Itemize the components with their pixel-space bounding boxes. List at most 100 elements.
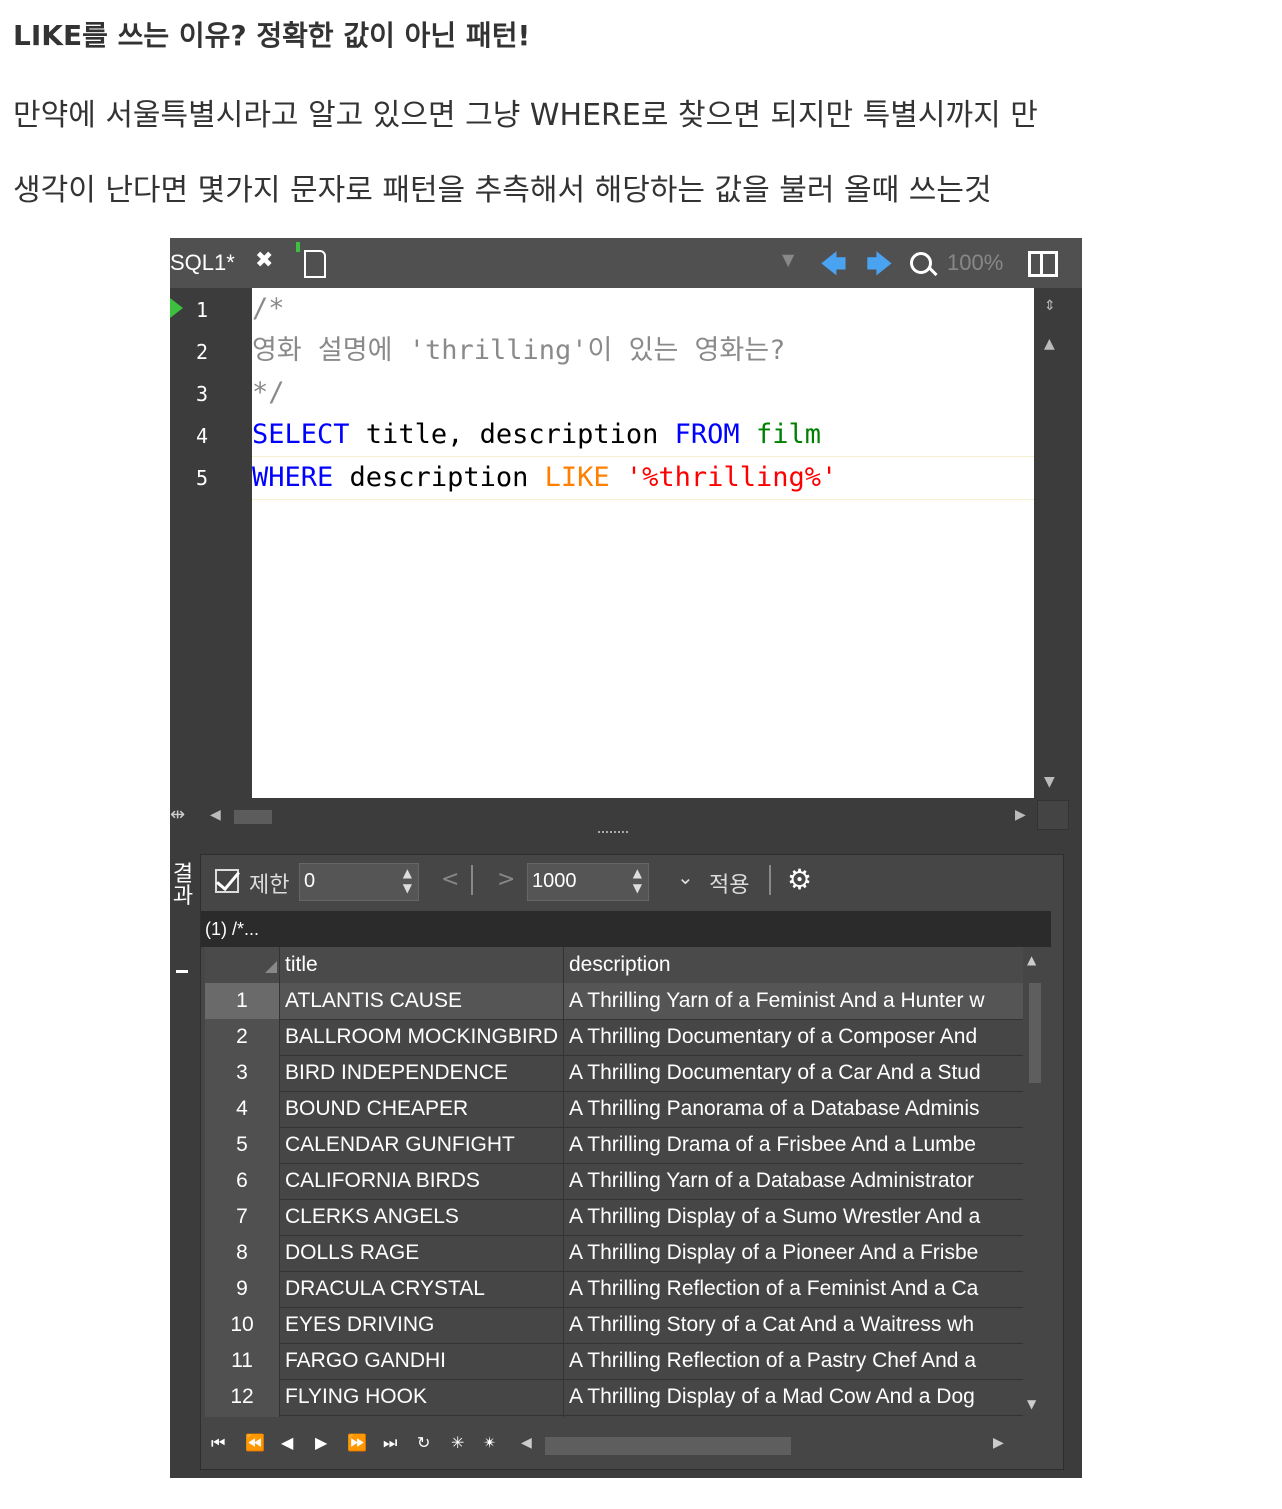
grid-vertical-scrollbar[interactable]: ▲ ▼ bbox=[1023, 947, 1045, 1417]
caret-down-icon[interactable]: ▼ bbox=[782, 250, 794, 269]
arrow-left-icon[interactable]: 🡄 bbox=[820, 246, 847, 290]
cell-title[interactable]: FROGMEN BREAKING bbox=[285, 1415, 563, 1417]
cell-title[interactable]: CALIFORNIA BIRDS bbox=[285, 1163, 563, 1199]
cell-title[interactable]: FLYING HOOK bbox=[285, 1379, 563, 1415]
cell-title[interactable]: ATLANTIS CAUSE bbox=[285, 983, 563, 1019]
sort-corner-icon[interactable] bbox=[265, 961, 277, 973]
refresh-icon[interactable]: ↻ bbox=[417, 1433, 430, 1452]
first-record-icon[interactable]: ⏮ bbox=[211, 1433, 225, 1453]
table-row[interactable]: 12 FLYING HOOK A Thrilling Display of a Ma… bbox=[205, 1379, 1027, 1416]
row-number[interactable]: 8 bbox=[205, 1235, 279, 1271]
cell-title[interactable]: CALENDAR GUNFIGHT bbox=[285, 1127, 563, 1163]
cell-description[interactable]: A Thrilling Reflection of a Feminist And… bbox=[569, 1271, 1017, 1307]
add-record-icon[interactable]: ✳ bbox=[451, 1433, 464, 1452]
column-header-title[interactable]: title bbox=[285, 953, 318, 977]
scroll-up-icon[interactable]: ▲ bbox=[1027, 953, 1036, 967]
scroll-right-icon[interactable]: ▶ bbox=[993, 1435, 1004, 1451]
cell-title[interactable]: DOLLS RAGE bbox=[285, 1235, 563, 1271]
split-panel-icon[interactable] bbox=[1028, 251, 1058, 277]
cell-title[interactable]: FARGO GANDHI bbox=[285, 1343, 563, 1379]
cell-description[interactable]: A Thrilling Drama of a Frisbee And a Lum… bbox=[569, 1127, 1017, 1163]
zoom-level[interactable]: 100% bbox=[947, 250, 1003, 276]
collapse-icon[interactable] bbox=[176, 970, 188, 973]
cell-description[interactable]: A Thrilling Documentary of a Composer An… bbox=[569, 1019, 1017, 1055]
last-record-icon[interactable]: ⏭ bbox=[383, 1433, 397, 1453]
cell-title[interactable]: CLERKS ANGELS bbox=[285, 1199, 563, 1235]
column-header-description[interactable]: description bbox=[569, 953, 671, 977]
arrow-right-icon[interactable]: 🡆 bbox=[866, 246, 893, 290]
results-side-tab[interactable]: 결과 bbox=[170, 854, 198, 1478]
cell-title[interactable]: DRACULA CRYSTAL bbox=[285, 1271, 563, 1307]
apply-button[interactable]: 적용 bbox=[709, 867, 749, 899]
cell-description[interactable]: A Thrilling Display of a Pioneer And a F… bbox=[569, 1235, 1017, 1271]
split-handle-icon[interactable]: ⇹ bbox=[170, 804, 185, 825]
scroll-right-icon[interactable]: ▶ bbox=[1015, 807, 1026, 823]
row-number[interactable]: 4 bbox=[205, 1091, 279, 1127]
table-row[interactable]: 7 CLERKS ANGELS A Thrilling Display of a S… bbox=[205, 1199, 1027, 1236]
row-number[interactable]: 5 bbox=[205, 1127, 279, 1163]
page-size-value[interactable]: 1000 bbox=[532, 870, 577, 893]
row-number[interactable]: 13 bbox=[205, 1415, 279, 1417]
result-tab-header[interactable]: (1) /*... bbox=[201, 911, 1051, 947]
vertical-scroll-thumb[interactable] bbox=[1029, 983, 1041, 1083]
scroll-left-icon[interactable]: ◀ bbox=[210, 807, 221, 823]
new-document-icon[interactable] bbox=[296, 242, 326, 278]
table-row[interactable]: 11 FARGO GANDHI A Thrilling Reflection of … bbox=[205, 1343, 1027, 1380]
cell-description[interactable]: A Thrilling Yarn of a Database Administr… bbox=[569, 1163, 1017, 1199]
next-record-icon[interactable]: ▶ bbox=[315, 1433, 327, 1452]
page-size-stepper[interactable]: 1000 ▲ ▼ bbox=[527, 863, 649, 901]
row-number[interactable]: 3 bbox=[205, 1055, 279, 1091]
table-row[interactable]: 6 CALIFORNIA BIRDS A Thrilling Yarn of a D… bbox=[205, 1163, 1027, 1200]
row-number[interactable]: 10 bbox=[205, 1307, 279, 1343]
table-row[interactable]: 5 CALENDAR GUNFIGHT A Thrilling Drama of a… bbox=[205, 1127, 1027, 1164]
limit-stepper[interactable]: 0 ▲ ▼ bbox=[299, 863, 419, 901]
table-row[interactable]: 8 DOLLS RAGE A Thrilling Display of a Pion… bbox=[205, 1235, 1027, 1272]
prev-page-icon[interactable]: < bbox=[441, 867, 459, 892]
results-grid[interactable]: title description 1 ATLANTIS CAUSE A Thril… bbox=[205, 947, 1027, 1417]
next-page-icon[interactable]: > bbox=[497, 867, 515, 892]
split-handle-icon[interactable]: ⇕ bbox=[1044, 298, 1056, 314]
table-row[interactable]: 4 BOUND CHEAPER A Thrilling Panorama of a … bbox=[205, 1091, 1027, 1128]
prev-page-icon[interactable]: ⏪ bbox=[245, 1433, 265, 1452]
table-row[interactable]: 2 BALLROOM MOCKINGBIRD A Thrilling Documen… bbox=[205, 1019, 1027, 1056]
sql-code-editor[interactable]: /* 영화 설명에 'thrilling'이 있는 영화는? */ SELECT… bbox=[252, 288, 1034, 798]
table-row[interactable]: 13 FROGMEN BREAKING A Thrilling Documentar… bbox=[205, 1415, 1027, 1417]
table-row[interactable]: 10 EYES DRIVING A Thrilling Story of a Cat… bbox=[205, 1307, 1027, 1344]
table-row[interactable]: 1 ATLANTIS CAUSE A Thrilling Yarn of a Fem… bbox=[205, 983, 1027, 1020]
cell-description[interactable]: A Thrilling Documentary of a Composer An… bbox=[569, 1415, 1017, 1417]
row-number[interactable]: 12 bbox=[205, 1379, 279, 1415]
scroll-left-icon[interactable]: ◀ bbox=[521, 1435, 532, 1451]
limit-value[interactable]: 0 bbox=[304, 870, 315, 893]
pane-splitter[interactable] bbox=[598, 831, 628, 839]
limit-checkbox[interactable] bbox=[215, 869, 239, 893]
table-row[interactable]: 3 BIRD INDEPENDENCE A Thrilling Documentar… bbox=[205, 1055, 1027, 1092]
scroll-down-icon[interactable]: ▼ bbox=[1044, 774, 1055, 790]
cell-description[interactable]: A Thrilling Panorama of a Database Admin… bbox=[569, 1091, 1017, 1127]
stepper-arrows-icon[interactable]: ▲ ▼ bbox=[403, 866, 412, 896]
cell-title[interactable]: BOUND CHEAPER bbox=[285, 1091, 563, 1127]
duplicate-record-icon[interactable]: ✴ bbox=[483, 1433, 496, 1452]
gear-icon[interactable]: ⚙ bbox=[787, 863, 812, 896]
cell-description[interactable]: A Thrilling Display of a Sumo Wrestler A… bbox=[569, 1199, 1017, 1235]
editor-vertical-scrollbar[interactable]: ⇕ ▲ ▼ bbox=[1034, 288, 1068, 798]
row-number[interactable]: 2 bbox=[205, 1019, 279, 1055]
horizontal-scroll-thumb[interactable] bbox=[234, 810, 272, 824]
cell-title[interactable]: EYES DRIVING bbox=[285, 1307, 563, 1343]
chevron-down-icon[interactable]: ⌄ bbox=[677, 865, 694, 889]
row-number[interactable]: 9 bbox=[205, 1271, 279, 1307]
row-number[interactable]: 1 bbox=[205, 983, 279, 1019]
cell-title[interactable]: BIRD INDEPENDENCE bbox=[285, 1055, 563, 1091]
cell-description[interactable]: A Thrilling Display of a Mad Cow And a D… bbox=[569, 1379, 1017, 1415]
scroll-down-icon[interactable]: ▼ bbox=[1027, 1397, 1036, 1411]
row-number[interactable]: 6 bbox=[205, 1163, 279, 1199]
row-number[interactable]: 11 bbox=[205, 1343, 279, 1379]
close-icon[interactable]: ✖ bbox=[255, 248, 273, 273]
next-page-icon[interactable]: ⏩ bbox=[347, 1433, 367, 1452]
row-number[interactable]: 7 bbox=[205, 1199, 279, 1235]
cell-description[interactable]: A Thrilling Yarn of a Feminist And a Hun… bbox=[569, 983, 1017, 1019]
table-row[interactable]: 9 DRACULA CRYSTAL A Thrilling Reflection o… bbox=[205, 1271, 1027, 1308]
cell-title[interactable]: BALLROOM MOCKINGBIRD bbox=[285, 1019, 563, 1055]
cell-description[interactable]: A Thrilling Story of a Cat And a Waitres… bbox=[569, 1307, 1017, 1343]
search-icon[interactable] bbox=[910, 252, 932, 274]
cell-description[interactable]: A Thrilling Reflection of a Pastry Chef … bbox=[569, 1343, 1017, 1379]
